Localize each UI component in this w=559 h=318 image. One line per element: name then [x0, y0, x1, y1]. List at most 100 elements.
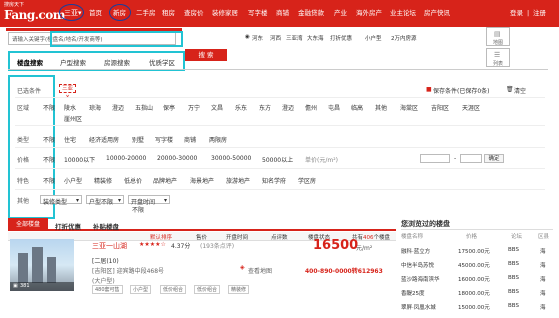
- layout-select[interactable]: 户型不限 ▾: [86, 195, 124, 206]
- hot-link[interactable]: 打折优惠: [330, 34, 352, 42]
- region-option[interactable]: 澄迈: [112, 103, 124, 112]
- sort-open-time[interactable]: 开盘时间: [226, 233, 248, 241]
- price-option[interactable]: 50000以上: [262, 155, 293, 164]
- save-filter-link[interactable]: 保存条件(已保存0条): [433, 86, 490, 95]
- feature-option[interactable]: 学区房: [298, 176, 316, 185]
- rank-bbs[interactable]: BBS: [508, 303, 519, 309]
- nav-forum[interactable]: 业主论坛: [390, 8, 416, 19]
- tab-listing-search[interactable]: 房源搜索: [104, 57, 130, 67]
- rank-bbs[interactable]: BBS: [508, 275, 519, 281]
- region-option[interactable]: 临高: [351, 103, 363, 112]
- nav-shop[interactable]: 商铺: [276, 8, 289, 19]
- nav-office[interactable]: 写字楼: [248, 8, 268, 19]
- region-option[interactable]: 陵水: [64, 103, 76, 112]
- type-option[interactable]: 别墅: [132, 135, 144, 144]
- region-option[interactable]: 乐东: [235, 103, 247, 112]
- region-option[interactable]: 文昌: [211, 103, 223, 112]
- hot-link[interactable]: 河东: [252, 34, 263, 42]
- price-confirm-button[interactable]: 确定: [484, 154, 504, 163]
- rank-bbs[interactable]: BBS: [508, 289, 519, 295]
- price-option[interactable]: 20000-30000: [157, 155, 197, 162]
- region-option[interactable]: 五指山: [135, 103, 153, 112]
- type-option[interactable]: 经济适用房: [89, 135, 119, 144]
- price-option[interactable]: 不限: [43, 155, 55, 164]
- feature-option[interactable]: 旅游地产: [226, 176, 250, 185]
- price-min-input[interactable]: [420, 154, 450, 163]
- search-button[interactable]: 搜 索: [185, 49, 227, 61]
- nav-decor[interactable]: 装修家居: [212, 8, 238, 19]
- nav-secondhand[interactable]: 二手房: [136, 8, 156, 19]
- region-option[interactable]: 万宁: [188, 103, 200, 112]
- feature-option[interactable]: 精装修: [94, 176, 112, 185]
- sort-price[interactable]: 售价: [196, 233, 207, 241]
- listing-reviews[interactable]: (193条点评): [200, 241, 234, 250]
- region-option[interactable]: 不限: [43, 103, 55, 112]
- sort-default[interactable]: 默认排序: [150, 233, 172, 241]
- list-view-button[interactable]: ☰ 列表: [486, 48, 510, 67]
- type-option[interactable]: 写字楼: [155, 135, 173, 144]
- region-option[interactable]: 东方: [259, 103, 271, 112]
- hot-link[interactable]: 河西: [270, 34, 281, 42]
- nav-price[interactable]: 查房价: [184, 8, 204, 19]
- decor-type-select[interactable]: 装修类型 ▾: [40, 195, 82, 206]
- nav-industry[interactable]: 产业: [334, 8, 347, 19]
- tab-subsidy[interactable]: 补贴楼盘: [93, 221, 119, 231]
- price-max-input[interactable]: [460, 154, 482, 163]
- type-option[interactable]: 不限: [43, 135, 55, 144]
- hot-link[interactable]: 2万内房源: [391, 34, 417, 42]
- feature-option[interactable]: 知名学府: [262, 176, 286, 185]
- open-time-select[interactable]: 开盘时间 ▾: [128, 195, 170, 206]
- tab-building-search[interactable]: 楼盘搜索: [17, 57, 43, 67]
- hot-link[interactable]: 大东海: [307, 34, 324, 42]
- hot-link[interactable]: 小户型: [365, 34, 382, 42]
- selected-tag[interactable]: 三亚 ×: [59, 84, 76, 100]
- map-view-button[interactable]: ▤ 地图: [486, 27, 510, 46]
- region-option[interactable]: 琼海: [89, 103, 101, 112]
- feature-option[interactable]: 小户型: [64, 176, 82, 185]
- listing-rooms[interactable]: [二居(10): [92, 256, 119, 265]
- listing-image[interactable]: ▣ 381: [10, 239, 74, 291]
- price-option[interactable]: 10000-20000: [106, 155, 146, 162]
- clear-link[interactable]: 清空: [514, 86, 526, 95]
- rank-bbs[interactable]: BBS: [508, 261, 519, 267]
- region-option[interactable]: 屯昌: [328, 103, 340, 112]
- rank-name[interactable]: 翠屏·凤凰水城: [401, 303, 436, 311]
- nav-finance[interactable]: 金融贷款: [298, 8, 324, 19]
- feature-option[interactable]: 品牌地产: [153, 176, 177, 185]
- type-option[interactable]: 商铺: [184, 135, 196, 144]
- nav-news[interactable]: 房产快讯: [424, 8, 450, 19]
- region-option[interactable]: 崖州区: [64, 114, 82, 123]
- rank-name[interactable]: 香醍25度: [401, 289, 425, 297]
- nav-home[interactable]: 首页: [89, 8, 102, 19]
- tab-discounts[interactable]: 打折优惠: [55, 221, 81, 231]
- region-option[interactable]: 儋州: [305, 103, 317, 112]
- tab-layout-search[interactable]: 户型搜索: [60, 57, 86, 67]
- rank-name[interactable]: 融科·蓝立方: [401, 247, 430, 255]
- login-link[interactable]: 登录: [510, 8, 523, 19]
- view-map-link[interactable]: 查看地图: [248, 266, 272, 275]
- type-option[interactable]: 住宅: [64, 135, 76, 144]
- region-option[interactable]: 吉阳区: [431, 103, 449, 112]
- register-link[interactable]: 注册: [533, 8, 546, 19]
- region-option[interactable]: 天涯区: [462, 103, 480, 112]
- feature-option[interactable]: 低总价: [124, 176, 142, 185]
- listing-name[interactable]: 三亚一山湖: [92, 241, 127, 251]
- sort-reviews[interactable]: 点评数: [271, 233, 288, 241]
- region-option[interactable]: 海棠区: [400, 103, 418, 112]
- price-option[interactable]: 10000以下: [64, 155, 95, 164]
- price-option[interactable]: 30000-50000: [211, 155, 251, 162]
- type-option[interactable]: 两限房: [209, 135, 227, 144]
- tab-all-buildings[interactable]: 全部楼盘: [8, 218, 48, 231]
- site-logo[interactable]: 搜房天下 Fang.com: [4, 2, 65, 24]
- rank-name[interactable]: 蓝沙路海南滨华: [401, 275, 440, 283]
- rank-name[interactable]: 中信半岛苏悦: [401, 261, 434, 269]
- nav-overseas[interactable]: 海外房产: [356, 8, 382, 19]
- region-option[interactable]: 澄迈: [282, 103, 294, 112]
- city-selector[interactable]: 三亚▾: [64, 7, 82, 19]
- nav-rent[interactable]: 租房: [162, 8, 175, 19]
- region-option[interactable]: 其他: [375, 103, 387, 112]
- region-option[interactable]: 保亭: [163, 103, 175, 112]
- nav-newhouse[interactable]: 新房: [113, 8, 126, 19]
- rank-bbs[interactable]: BBS: [508, 247, 519, 253]
- tab-school-district[interactable]: 优质学区: [149, 57, 175, 67]
